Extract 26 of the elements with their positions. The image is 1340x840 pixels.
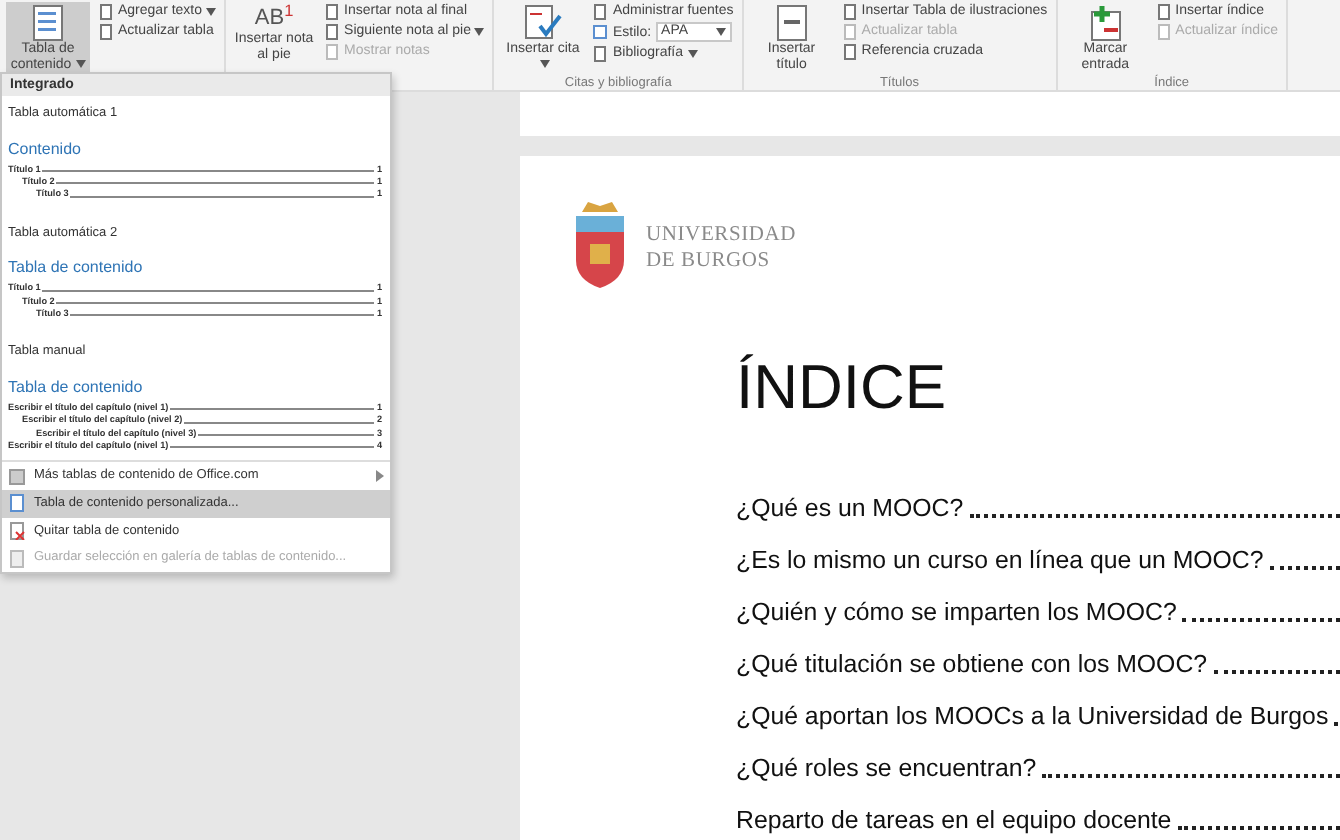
toc-preview-heading: Contenido — [6, 137, 83, 162]
toc-entry: ¿Quién y cómo se imparten los MOOC? — [736, 595, 1177, 630]
caret-icon — [206, 7, 217, 15]
toc-entry: Reparto de tareas en el equipo docente — [736, 803, 1172, 838]
footnote-icon: AB$^{1}$ — [254, 4, 294, 32]
leader-line — [1269, 566, 1340, 570]
document-icon — [8, 522, 26, 541]
caret-icon — [539, 60, 550, 69]
caret-icon — [687, 49, 697, 57]
document-icon — [8, 549, 26, 568]
toc-preview-heading: Tabla de contenido — [6, 256, 145, 281]
logo-text: UNIVERSIDAD — [646, 222, 797, 248]
leader-line — [1213, 670, 1340, 674]
logo-text: DE BURGOS — [646, 248, 772, 274]
toc-entry: ¿Es lo mismo un curso en línea que un MOOC? — [736, 543, 1264, 578]
submenu-arrow-icon — [374, 470, 384, 483]
toc-entry: ¿Qué roles se encuentran? — [736, 751, 1037, 786]
style-icon — [592, 24, 609, 40]
toc-entry: ¿Qué aportan los MOOCs a la Universidad de Burgos — [736, 699, 1329, 734]
caret-icon — [715, 28, 726, 36]
toc-preview-heading: Tabla de contenido — [6, 376, 145, 401]
document-icon — [592, 45, 609, 61]
document-title: ÍNDICE — [736, 352, 949, 424]
toc-entry: ¿Qué es un MOOC? — [736, 491, 964, 526]
caret-icon — [474, 27, 485, 35]
toc-entry: ¿Qué titulación se obtiene con los MOOC? — [736, 647, 1208, 682]
